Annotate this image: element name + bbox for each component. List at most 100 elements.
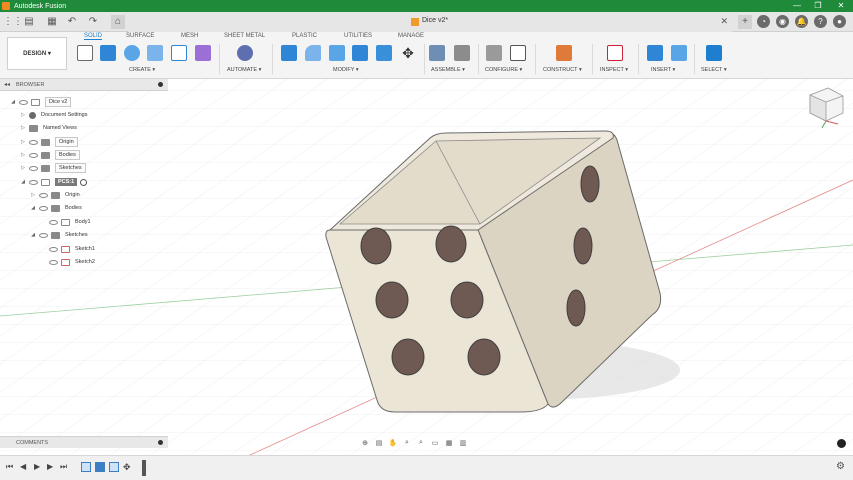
modify-menu[interactable]: MODIFY ▾	[333, 67, 359, 73]
zoom-icon[interactable]: ⌕	[402, 439, 412, 447]
construct-menu[interactable]: CONSTRUCT ▾	[543, 67, 582, 73]
home-icon[interactable]: ⌂	[111, 15, 125, 29]
collapse-arrow-icon[interactable]: ◢	[20, 179, 26, 185]
visibility-eye-icon[interactable]	[29, 152, 38, 158]
configuration-table-icon[interactable]	[510, 45, 526, 61]
visibility-eye-icon[interactable]	[49, 219, 58, 225]
tree-item-component[interactable]: ◢ PCS:1	[20, 176, 88, 188]
tree-item-sketch[interactable]: Sketch1	[46, 243, 95, 255]
activate-radio-icon[interactable]	[80, 178, 88, 186]
3d-viewport[interactable]	[0, 79, 853, 455]
automate-icon[interactable]	[237, 45, 253, 61]
tab-manage[interactable]: MANAGE	[398, 33, 424, 39]
expand-arrow-icon[interactable]: ▷	[20, 165, 26, 171]
tree-item-named-views[interactable]: ▷ Named Views	[20, 122, 77, 134]
comments-panel-header[interactable]: COMMENTS	[0, 436, 168, 448]
expand-arrow-icon[interactable]: ▷	[20, 152, 26, 158]
visibility-eye-icon[interactable]	[39, 205, 48, 211]
collapse-arrow-icon[interactable]: ◢	[10, 99, 16, 105]
look-at-icon[interactable]: ▤	[374, 439, 384, 447]
timeline-marker[interactable]	[142, 460, 146, 476]
pin-icon[interactable]	[158, 440, 163, 445]
visibility-eye-icon[interactable]	[39, 232, 48, 238]
expand-arrow-icon[interactable]: ▷	[30, 192, 36, 198]
visibility-eye-icon[interactable]	[29, 139, 38, 145]
pin-icon[interactable]	[158, 82, 163, 87]
extrude-icon[interactable]	[100, 45, 116, 61]
go-to-end-icon[interactable]: ⏭	[60, 462, 67, 472]
document-tab[interactable]: Dice v2* ✕	[128, 13, 732, 32]
create-menu[interactable]: CREATE ▾	[129, 67, 155, 73]
tree-item-sketches[interactable]: ◢ Sketches	[30, 229, 88, 241]
collapse-panel-icon[interactable]: ◂◂	[4, 81, 10, 88]
tab-sheet-metal[interactable]: SHEET METAL	[224, 33, 265, 39]
timeline-feature[interactable]	[95, 462, 105, 472]
tree-item-bodies[interactable]: ▷ Bodies	[20, 149, 80, 161]
create-form-icon[interactable]	[195, 45, 211, 61]
visibility-eye-icon[interactable]	[29, 165, 38, 171]
visibility-eye-icon[interactable]	[19, 99, 28, 105]
status-icon[interactable]	[837, 439, 846, 448]
step-forward-icon[interactable]: ▶	[47, 462, 53, 471]
display-settings-icon[interactable]: ▭	[430, 439, 440, 447]
shell-icon[interactable]	[352, 45, 368, 61]
fit-icon[interactable]: ⌕	[416, 439, 426, 447]
timeline-feature[interactable]: ✥	[123, 462, 133, 472]
close-tab-icon[interactable]: ✕	[720, 16, 728, 27]
orbit-icon[interactable]: ⊕	[360, 439, 370, 447]
notifications-icon[interactable]: 🔔	[795, 15, 808, 28]
collapse-arrow-icon[interactable]: ◢	[30, 232, 36, 238]
move-icon[interactable]: ✥	[400, 45, 416, 61]
visibility-eye-icon[interactable]	[49, 246, 58, 252]
collapse-arrow-icon[interactable]: ◢	[30, 205, 36, 211]
fillet-icon[interactable]	[305, 45, 321, 61]
insert-derive-icon[interactable]	[647, 45, 663, 61]
press-pull-icon[interactable]	[281, 45, 297, 61]
pan-icon[interactable]: ✋	[388, 439, 398, 447]
minimize-icon[interactable]: —	[787, 0, 807, 12]
revolve-icon[interactable]	[124, 45, 140, 61]
automate-menu[interactable]: AUTOMATE ▾	[227, 67, 261, 73]
chamfer-icon[interactable]	[329, 45, 345, 61]
step-back-icon[interactable]: ◀	[20, 462, 26, 471]
pattern-icon[interactable]	[171, 45, 187, 61]
expand-arrow-icon[interactable]: ▷	[20, 125, 26, 131]
tab-plastic[interactable]: PLASTIC	[292, 33, 317, 39]
measure-icon[interactable]	[607, 45, 623, 61]
expand-arrow-icon[interactable]: ▷	[20, 112, 26, 118]
tree-item-root[interactable]: ◢ Dice v2	[10, 96, 72, 108]
joint-icon[interactable]	[454, 45, 470, 61]
maximize-icon[interactable]: ❐	[808, 0, 828, 12]
viewports-icon[interactable]: ▥	[458, 439, 468, 447]
tab-surface[interactable]: SURFACE	[126, 33, 154, 39]
timeline-feature[interactable]	[81, 462, 91, 472]
tree-item-bodies[interactable]: ◢ Bodies	[30, 202, 82, 214]
tree-item-origin[interactable]: ▷ Origin	[20, 136, 78, 148]
close-icon[interactable]: ✕	[831, 0, 851, 12]
hole-icon[interactable]	[147, 45, 163, 61]
insert-image-icon[interactable]	[671, 45, 687, 61]
visibility-eye-icon[interactable]	[39, 192, 48, 198]
visibility-eye-icon[interactable]	[49, 259, 58, 265]
configure-icon[interactable]	[486, 45, 502, 61]
select-menu[interactable]: SELECT ▾	[701, 67, 727, 73]
tree-item-body[interactable]: Body1	[46, 216, 91, 228]
tree-item-sketches[interactable]: ▷ Sketches	[20, 162, 86, 174]
gear-icon[interactable]: ⚙	[836, 461, 845, 472]
tab-solid[interactable]: SOLID	[84, 33, 103, 40]
select-icon[interactable]	[706, 45, 722, 61]
create-sketch-icon[interactable]	[77, 45, 93, 61]
insert-menu[interactable]: INSERT ▾	[651, 67, 675, 73]
tab-mesh[interactable]: MESH	[181, 33, 198, 39]
visibility-eye-icon[interactable]	[29, 179, 38, 185]
save-icon[interactable]: ▦	[45, 15, 59, 29]
timeline-feature[interactable]	[109, 462, 119, 472]
file-menu-icon[interactable]: ▤	[22, 15, 36, 29]
go-to-start-icon[interactable]: ⏮	[6, 462, 13, 472]
undo-icon[interactable]: ↶	[65, 15, 79, 29]
offset-plane-icon[interactable]	[556, 45, 572, 61]
online-status-icon[interactable]: ◉	[776, 15, 789, 28]
avatar[interactable]: ●	[833, 15, 846, 28]
redo-icon[interactable]: ↷	[86, 15, 100, 29]
tree-item-sketch[interactable]: Sketch2	[46, 256, 95, 268]
